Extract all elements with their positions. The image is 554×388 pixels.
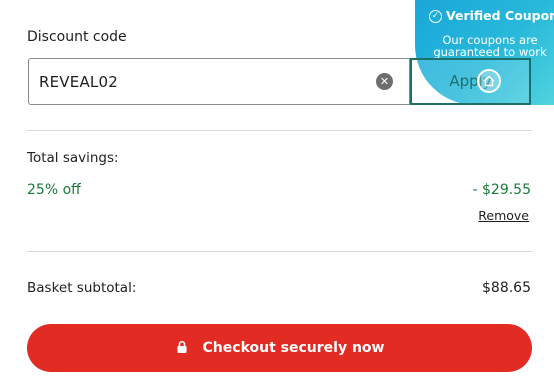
discount-code-input[interactable] [39,59,369,104]
basket-subtotal-amount: $88.65 [482,280,531,296]
checkout-button[interactable]: Checkout securely now [27,324,532,372]
divider [27,251,532,252]
basket-subtotal-label: Basket subtotal: [27,280,137,296]
savings-percent: 25% off [27,182,81,198]
discount-code-field[interactable]: ✕ [28,58,410,105]
coupon-badge-title: Verified Coupon [446,8,554,23]
remove-discount-link[interactable]: Remove [478,208,529,223]
checkout-button-label: Checkout securely now [202,340,385,356]
check-circle-icon: ✓ [429,10,442,23]
total-savings-label: Total savings: [27,150,119,166]
coupon-badge-subtitle: Our coupons are guaranteed to work [433,33,547,59]
lock-icon [177,340,187,353]
savings-amount: - $29.55 [472,182,532,198]
divider [27,130,532,131]
discount-code-label: Discount code [27,29,127,45]
house-icon[interactable] [477,69,501,93]
clear-icon[interactable]: ✕ [376,73,393,90]
apply-button[interactable]: Apply [410,58,531,105]
